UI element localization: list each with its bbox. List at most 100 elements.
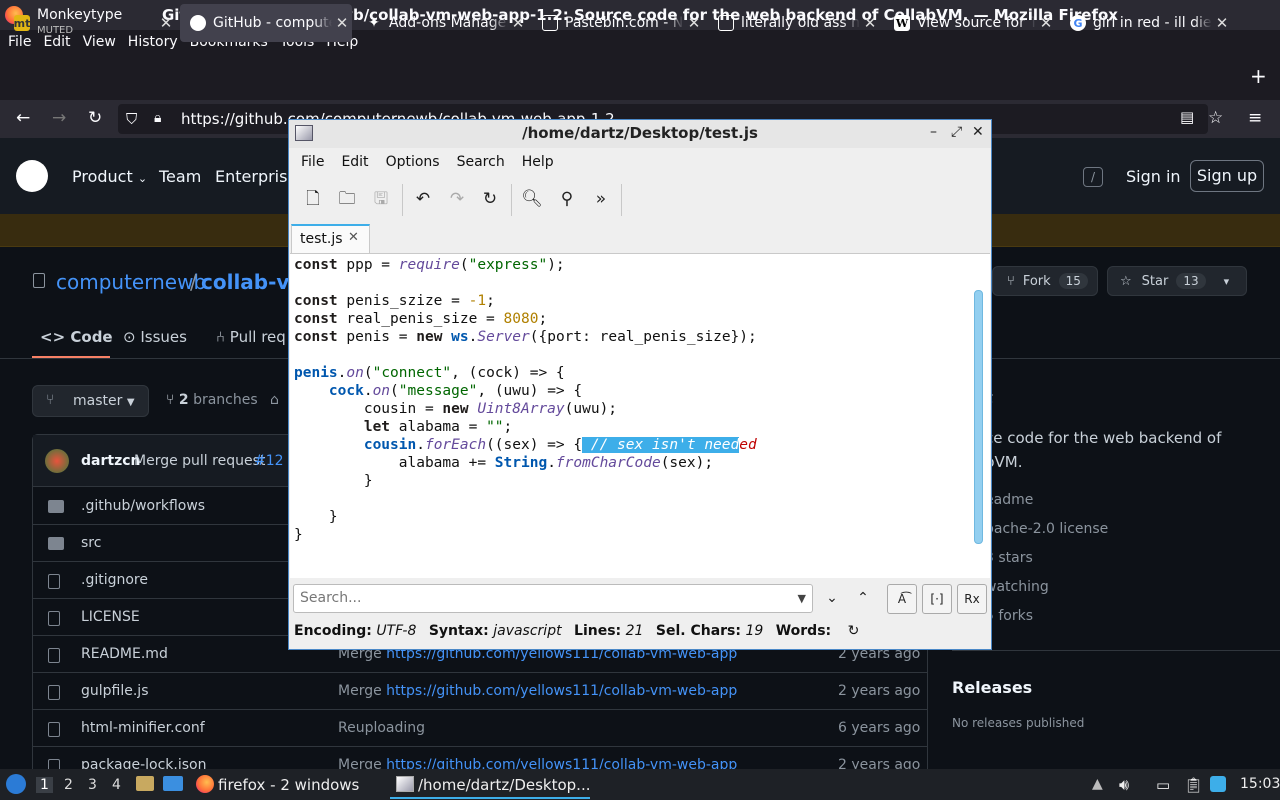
sign-in-link[interactable]: Sign in (1126, 167, 1181, 186)
refresh-icon[interactable]: ↻ (848, 623, 860, 639)
updates-icon[interactable] (1210, 776, 1226, 792)
editor-menu-help[interactable]: Help (516, 154, 565, 170)
nav-enterprise[interactable]: Enterprise (215, 167, 297, 186)
taskbar-editor[interactable]: /home/dartz/Desktop... (418, 776, 591, 794)
clock[interactable]: 15:03 (1240, 776, 1280, 792)
tab-wikipedia[interactable]: W View source for The ✕ (884, 4, 1056, 42)
lock-icon[interactable]: 🔒︎ (154, 110, 161, 126)
about-license-link[interactable]: pache-2.0 license (985, 521, 1108, 537)
clipboard-icon[interactable]: 📋︎ (1184, 776, 1203, 794)
find-replace-icon[interactable]: ⚲ (556, 188, 578, 210)
tab-google[interactable]: G girl in red - ill die 4 u ✕ (1060, 4, 1232, 42)
undo-icon[interactable]: ↶ (412, 188, 434, 210)
open-folder-icon[interactable]: 🗀︎ (336, 188, 358, 210)
file-commit-message[interactable]: Merge https://github.com/yellows111/coll… (338, 683, 737, 699)
reader-view-icon[interactable]: ▤ (1180, 108, 1194, 126)
about-readme-link[interactable]: eadme (985, 492, 1033, 508)
forward-arrow-icon[interactable]: → (52, 108, 66, 128)
close-icon[interactable]: ✕ (332, 14, 352, 32)
commit-link[interactable]: https://github.com/yellows111/collab-vm-… (386, 683, 737, 699)
match-case-icon[interactable]: A͡ (887, 584, 917, 614)
network-icon[interactable]: ▭ (1156, 776, 1170, 794)
find-previous-chevron-up-icon[interactable]: ⌃ (848, 584, 878, 614)
close-icon[interactable]: ✕ (156, 14, 176, 32)
chevron-down-icon[interactable]: ▼ (798, 585, 806, 612)
close-icon[interactable]: ✕ (508, 14, 528, 32)
close-icon[interactable]: ✕ (972, 124, 984, 140)
close-icon[interactable]: ✕ (860, 14, 880, 32)
editor-menu-options[interactable]: Options (380, 154, 451, 170)
file-name-link[interactable]: src (81, 535, 101, 551)
tray-up-arrow-icon[interactable]: ▲ (1092, 776, 1103, 792)
star-button[interactable]: ☆ Star 13 ▾ (1107, 266, 1247, 296)
file-name-link[interactable]: html-minifier.conf (81, 720, 205, 736)
repo-tab-pull-requests[interactable]: ⑃ Pull req (216, 328, 286, 346)
more-chevron-icon[interactable]: » (590, 188, 612, 210)
file-name-link[interactable]: .github/workflows (81, 498, 205, 514)
regex-icon[interactable]: Rx (957, 584, 987, 614)
editor-menu-file[interactable]: File (295, 154, 335, 170)
whole-word-icon[interactable]: [·] (922, 584, 952, 614)
reload-icon[interactable]: ↻ (88, 108, 102, 128)
close-icon[interactable]: ✕ (1212, 14, 1232, 32)
search-input[interactable]: Search... ▼ (293, 584, 813, 613)
branches-link[interactable]: ⑂ 2 branches (166, 392, 258, 408)
commit-message[interactable]: Merge pull request (134, 453, 265, 469)
commit-author[interactable]: dartzcn (81, 453, 140, 469)
desktop-icon[interactable] (163, 776, 183, 791)
workspace-3[interactable]: 3 (88, 777, 97, 793)
file-name-link[interactable]: gulpfile.js (81, 683, 149, 699)
file-commit-message[interactable]: Reuploading (338, 720, 425, 736)
tab-literally[interactable]: literally old ass homeless ✕ (708, 4, 880, 42)
close-icon[interactable]: ✕ (348, 230, 359, 245)
shield-icon[interactable]: ⛉ (126, 110, 137, 128)
close-icon[interactable]: ✕ (1036, 14, 1056, 32)
taskbar-firefox[interactable]: firefox - 2 windows (218, 776, 359, 794)
sign-up-button[interactable]: Sign up (1190, 160, 1264, 192)
minimize-icon[interactable]: – (930, 124, 937, 140)
tab-github[interactable]: GitHub - computernewb ✕ (180, 4, 352, 42)
hamburger-menu-icon[interactable]: ≡ (1248, 108, 1262, 128)
about-forks-link[interactable]: 5 forks (985, 608, 1033, 624)
file-name-link[interactable]: .gitignore (81, 572, 148, 588)
vertical-scrollbar[interactable] (974, 290, 983, 544)
repo-tab-code[interactable]: <> Code (40, 328, 113, 346)
nav-team[interactable]: Team (159, 167, 201, 186)
file-name-link[interactable]: LICENSE (81, 609, 140, 625)
tab-monkeytype[interactable]: mt Monkeytype MUTED ✕ (4, 4, 176, 42)
save-icon[interactable]: 🖫︎ (370, 188, 392, 210)
file-manager-icon[interactable] (136, 776, 154, 791)
new-file-icon[interactable]: 🗋︎ (302, 188, 324, 210)
github-logo-icon[interactable] (16, 160, 48, 192)
find-icon[interactable]: 🔍︎ (521, 188, 543, 210)
repo-owner-link[interactable]: computernewb (56, 270, 206, 294)
editor-menu-search[interactable]: Search (451, 154, 516, 170)
nav-product[interactable]: Product ⌄ (72, 167, 147, 186)
back-arrow-icon[interactable]: ← (16, 108, 30, 128)
workspace-2[interactable]: 2 (64, 777, 73, 793)
close-icon[interactable]: ✕ (684, 14, 704, 32)
tab-pastebin[interactable]: Pastebin.com - Now ✕ (532, 4, 704, 42)
find-next-chevron-down-icon[interactable]: ⌄ (817, 584, 847, 614)
tab-addons[interactable]: ✦ Add-ons Manager ✕ (356, 4, 528, 42)
workspace-1[interactable]: 1 (36, 777, 53, 793)
workspace-4[interactable]: 4 (112, 777, 121, 793)
about-watching-link[interactable]: watching (985, 579, 1049, 595)
releases-title[interactable]: Releases (952, 678, 1032, 697)
redo-icon[interactable]: ↷ (446, 188, 468, 210)
start-menu-icon[interactable] (6, 774, 26, 794)
volume-icon[interactable]: 🔊︎ (1119, 775, 1129, 795)
avatar[interactable] (45, 449, 69, 473)
about-stars-link[interactable]: 3 stars (985, 550, 1033, 566)
reload-icon[interactable]: ↻ (479, 188, 501, 210)
file-name-link[interactable]: README.md (81, 646, 168, 662)
bookmark-star-icon[interactable]: ☆ (1208, 108, 1223, 128)
chevron-down-icon[interactable]: ▾ (1224, 275, 1230, 288)
code-content[interactable]: const ppp = require("express"); const pe… (294, 256, 757, 544)
editor-menu-edit[interactable]: Edit (335, 154, 379, 170)
repo-tab-issues[interactable]: ⊙ Issues (123, 328, 187, 346)
maximize-icon[interactable]: ⤢ (951, 124, 962, 140)
tag-icon[interactable]: ⌂ (270, 392, 279, 408)
fork-button[interactable]: ⑂ Fork 15 (992, 266, 1098, 296)
new-tab-plus-icon[interactable]: + (1250, 64, 1267, 88)
